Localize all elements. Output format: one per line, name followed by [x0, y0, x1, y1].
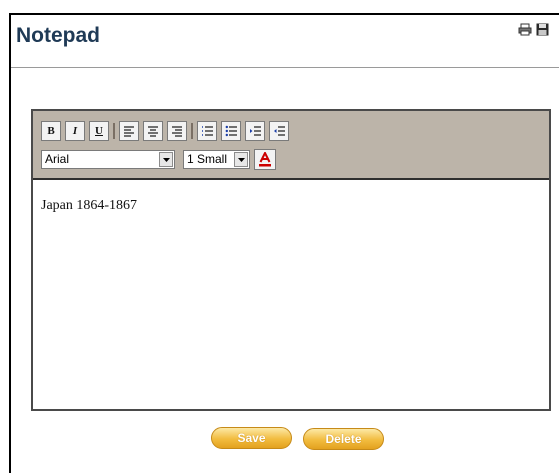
align-right-button[interactable] [167, 121, 187, 141]
header-icons [518, 23, 549, 36]
outdent-icon [273, 126, 285, 136]
outdent-button[interactable] [269, 121, 289, 141]
numbered-list-icon [201, 126, 213, 136]
save-disk-icon[interactable] [536, 23, 549, 36]
indent-icon [249, 126, 261, 136]
font-size-value: 1 Small [187, 152, 228, 166]
font-size-select[interactable]: 1 Small [183, 150, 250, 169]
bulleted-list-button[interactable] [221, 121, 241, 141]
italic-button[interactable]: I [65, 121, 85, 141]
editor-toolbar: B I U Arial 1 Small [33, 111, 549, 180]
toolbar-separator [113, 123, 115, 139]
toolbar-row-format: B I U [41, 121, 293, 141]
text-color-button[interactable] [254, 149, 276, 170]
rich-text-editor: B I U Arial 1 Small Japan 1864-1867 [31, 109, 551, 411]
font-color-icon [259, 152, 271, 167]
align-left-icon [124, 125, 134, 137]
toolbar-separator [191, 123, 193, 139]
chevron-down-icon[interactable] [234, 152, 248, 167]
font-family-value: Arial [45, 152, 70, 166]
align-right-icon [172, 125, 182, 137]
font-family-select[interactable]: Arial [41, 150, 175, 169]
align-center-button[interactable] [143, 121, 163, 141]
numbered-list-button[interactable] [197, 121, 217, 141]
print-icon[interactable] [518, 23, 532, 36]
chevron-down-icon[interactable] [159, 152, 173, 167]
align-left-button[interactable] [119, 121, 139, 141]
delete-button[interactable]: Delete [303, 428, 384, 450]
save-button[interactable]: Save [211, 427, 292, 449]
editor-content[interactable]: Japan 1864-1867 [41, 198, 137, 214]
indent-button[interactable] [245, 121, 265, 141]
page-title: Notepad [16, 24, 100, 47]
align-center-icon [148, 125, 158, 137]
toolbar-row-font: Arial 1 Small [41, 149, 276, 170]
underline-button[interactable]: U [89, 121, 109, 141]
header-divider [11, 67, 559, 68]
bulleted-list-icon [225, 125, 237, 137]
notepad-panel: Notepad B I U Arial 1 Small Japan 1864-1… [9, 13, 559, 473]
bold-button[interactable]: B [41, 121, 61, 141]
